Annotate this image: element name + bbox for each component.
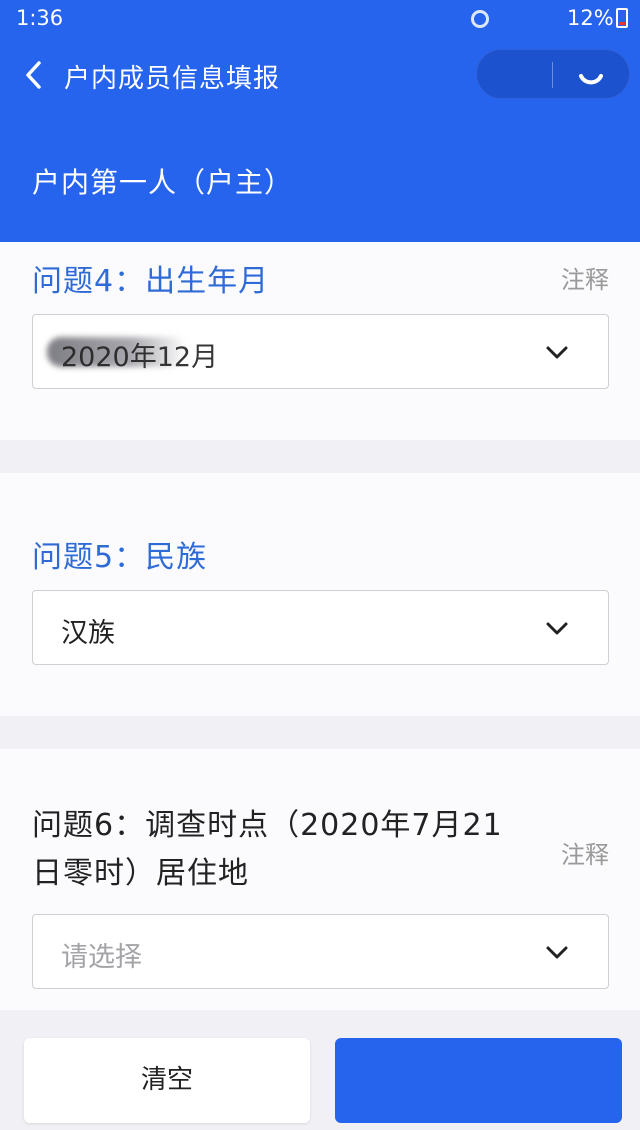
mini-program-capsule [476, 49, 630, 99]
note-link-4[interactable]: 注释 [561, 260, 609, 295]
status-bar: 1:36 12% [0, 0, 640, 40]
next-button[interactable] [335, 1038, 622, 1123]
question-card-4: 问题4：出生年月 注释 2020年12月 [0, 242, 640, 440]
status-time: 1:36 [16, 6, 64, 30]
residence-placeholder: 请选择 [61, 942, 142, 973]
note-link-6[interactable]: 注释 [561, 835, 609, 870]
app-header: 1:36 12% 户内成员信息填报 户内第一人（户主） [0, 0, 640, 242]
chevron-down-icon [546, 946, 568, 959]
question-card-6: 问题6：调查时点（2020年7月21日零时）居住地 注释 请选择 [0, 749, 640, 1010]
close-button[interactable] [561, 50, 621, 100]
question-card-5: 问题5：民族 汉族 [0, 473, 640, 716]
page-title: 户内成员信息填报 [64, 64, 281, 94]
birth-date-value: 2020年12月 [61, 342, 219, 373]
back-button[interactable] [16, 55, 56, 95]
clear-button[interactable]: 清空 [24, 1038, 310, 1123]
more-button[interactable] [487, 50, 547, 100]
question-title-4: 问题4：出生年月 [32, 264, 270, 299]
household-member-label: 户内第一人（户主） [32, 166, 294, 199]
question-title-6: 问题6：调查时点（2020年7月21日零时）居住地 [32, 808, 503, 891]
chevron-left-icon [26, 61, 41, 89]
more-dots-icon [499, 70, 535, 80]
battery-percent: 12% [567, 6, 614, 30]
footer-actions: 清空 [0, 1010, 640, 1130]
network-indicator-icon [471, 10, 489, 28]
capsule-close-icon [579, 74, 603, 85]
question-title-5: 问题5：民族 [32, 540, 208, 575]
chevron-down-icon [546, 622, 568, 635]
ethnicity-value: 汉族 [61, 618, 115, 649]
birth-date-select[interactable]: 2020年12月 [32, 314, 609, 389]
capsule-divider [552, 62, 553, 88]
chevron-down-icon [546, 346, 568, 359]
ethnicity-select[interactable]: 汉族 [32, 590, 609, 665]
residence-select[interactable]: 请选择 [32, 914, 609, 989]
battery-icon [616, 8, 628, 28]
